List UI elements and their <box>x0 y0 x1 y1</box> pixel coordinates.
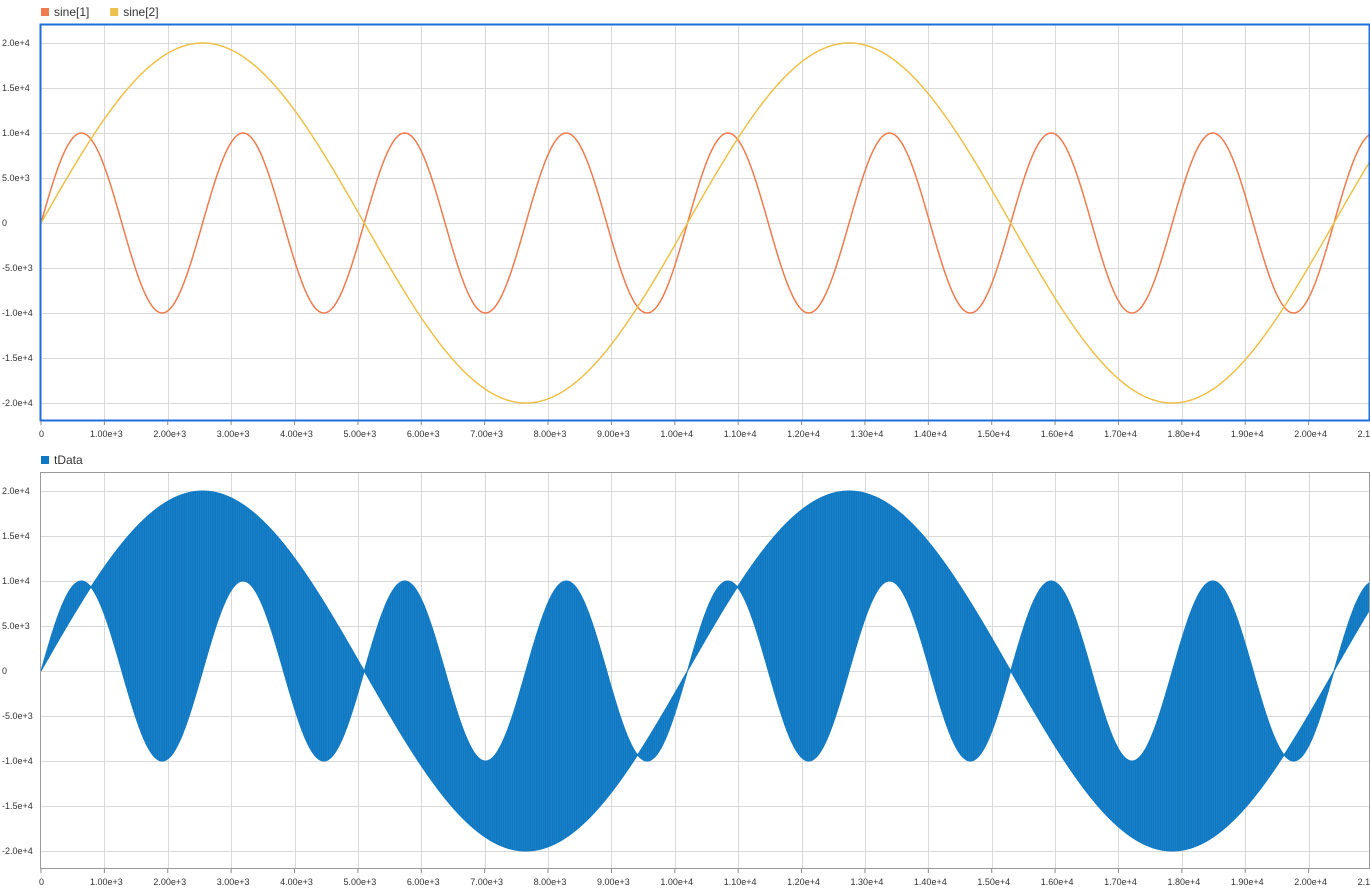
y-tick-label: 1.0e+4 <box>2 128 30 138</box>
y-tick-label: -5.0e+3 <box>2 711 33 721</box>
x-tick-label: 1.60e+4 <box>1041 877 1074 887</box>
signal-viewer: 2.0e+4 1.5e+4 1.0e+4 5.0e+3 0 -5.0e+3 -1.0e+4 -… <box>0 0 1370 890</box>
x-tick-label: 1.00e+3 <box>90 877 123 887</box>
x-tick-label: 1.10e+4 <box>724 877 757 887</box>
x-tick-label: 1.40e+4 <box>914 877 947 887</box>
x-tick-label: 2.10e+4 <box>1358 877 1370 887</box>
x-tick-label: 5.00e+3 <box>344 877 377 887</box>
x-tick-label: 8.00e+3 <box>534 877 567 887</box>
x-tick-label: 2.00e+3 <box>153 429 186 439</box>
legend[interactable]: tData <box>41 453 83 467</box>
y-tick-label: 0 <box>2 218 7 228</box>
x-tick-label: 1.00e+4 <box>660 429 693 439</box>
y-tick-label: 1.5e+4 <box>2 83 30 93</box>
legend-swatch <box>110 8 119 16</box>
x-tick-label: 1.60e+4 <box>1041 429 1074 439</box>
chart-panel-2[interactable]: 2.0e+4 1.5e+4 1.0e+4 5.0e+3 0 -5.0e+3 -1.0e+4 -… <box>2 453 1370 887</box>
x-tick-label: 5.00e+3 <box>344 429 377 439</box>
x-tick-label: 6.00e+3 <box>407 429 440 439</box>
x-tick-label: 9.00e+3 <box>597 429 630 439</box>
y-tick-label: 2.0e+4 <box>2 38 30 48</box>
y-tick-label: 1.0e+4 <box>2 576 30 586</box>
x-tick-label: 7.00e+3 <box>470 877 503 887</box>
x-tick-label: 2.10e+4 <box>1358 429 1370 439</box>
x-tick-label: 1.00e+4 <box>660 877 693 887</box>
x-tick-label: 0 <box>39 429 44 439</box>
x-tick-label: 1.90e+4 <box>1231 877 1264 887</box>
x-tick-label: 1.20e+4 <box>787 429 820 439</box>
x-tick-label: 1.50e+4 <box>977 877 1010 887</box>
legend-item[interactable]: sine[2] <box>110 5 159 19</box>
legend-item[interactable]: sine[1] <box>41 5 89 19</box>
y-tick-label: 0 <box>2 666 7 676</box>
legend-label: sine[2] <box>123 5 158 19</box>
x-tick-label: 1.90e+4 <box>1231 429 1264 439</box>
x-tick-label: 7.00e+3 <box>470 429 503 439</box>
plot-area[interactable] <box>40 24 1370 421</box>
y-tick-label: -5.0e+3 <box>2 263 33 273</box>
x-tick-label: 1.30e+4 <box>851 429 884 439</box>
x-tick-label: 1.50e+4 <box>977 429 1010 439</box>
x-tick-label: 2.00e+4 <box>1294 877 1327 887</box>
x-tick-label: 1.10e+4 <box>724 429 757 439</box>
y-tick-label: 5.0e+3 <box>2 621 30 631</box>
x-tick-label: 3.00e+3 <box>217 429 250 439</box>
x-tick-label: 8.00e+3 <box>534 429 567 439</box>
y-tick-label: -2.0e+4 <box>2 398 33 408</box>
x-tick-label: 1.70e+4 <box>1104 429 1137 439</box>
x-tick-label: 1.80e+4 <box>1167 877 1200 887</box>
x-tick-label: 2.00e+3 <box>153 877 186 887</box>
legend-label: tData <box>54 453 83 467</box>
x-tick-label: 4.00e+3 <box>280 877 313 887</box>
legend[interactable]: sine[1] sine[2] <box>41 5 159 19</box>
y-tick-label: -2.0e+4 <box>2 846 33 856</box>
x-tick-label: 6.00e+3 <box>407 877 440 887</box>
x-tick-label: 1.30e+4 <box>851 877 884 887</box>
legend-item[interactable]: tData <box>41 453 83 467</box>
x-tick-label: 2.00e+4 <box>1294 429 1327 439</box>
x-tick-label: 4.00e+3 <box>280 429 313 439</box>
y-tick-label: -1.5e+4 <box>2 801 33 811</box>
x-tick-label: 1.70e+4 <box>1104 877 1137 887</box>
y-tick-label: -1.0e+4 <box>2 756 33 766</box>
legend-label: sine[1] <box>54 5 89 19</box>
y-tick-label: 1.5e+4 <box>2 531 30 541</box>
x-tick-label: 3.00e+3 <box>217 877 250 887</box>
x-tick-label: 1.20e+4 <box>787 877 820 887</box>
y-tick-label: 2.0e+4 <box>2 486 30 496</box>
y-tick-label: -1.5e+4 <box>2 353 33 363</box>
x-tick-label: 1.40e+4 <box>914 429 947 439</box>
legend-swatch <box>41 456 49 464</box>
charts-canvas: 2.0e+4 1.5e+4 1.0e+4 5.0e+3 0 -5.0e+3 -1.0e+4 -… <box>2 5 1370 887</box>
y-tick-label: 5.0e+3 <box>2 173 30 183</box>
chart-panel-1[interactable]: 2.0e+4 1.5e+4 1.0e+4 5.0e+3 0 -5.0e+3 -1.0e+4 -… <box>2 5 1370 439</box>
x-tick-label: 1.80e+4 <box>1167 429 1200 439</box>
x-tick-label: 1.00e+3 <box>90 429 123 439</box>
legend-swatch <box>41 8 49 16</box>
y-tick-label: -1.0e+4 <box>2 308 33 318</box>
x-tick-label: 9.00e+3 <box>597 877 630 887</box>
x-tick-label: 0 <box>39 877 44 887</box>
